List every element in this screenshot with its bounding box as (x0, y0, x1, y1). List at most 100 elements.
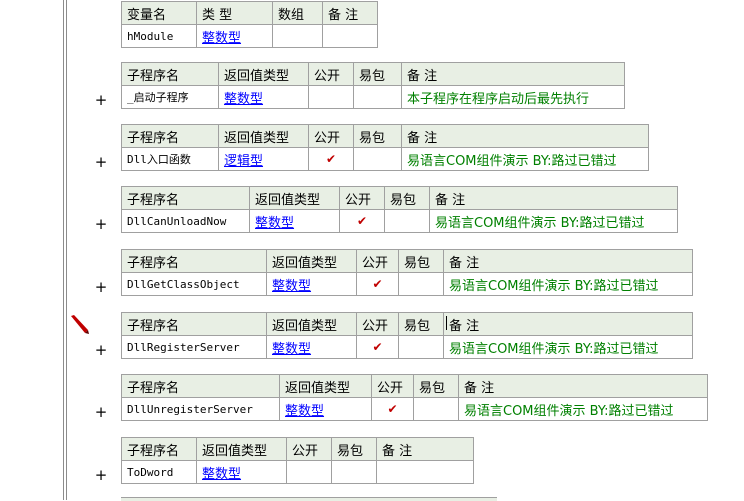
return-type-cell[interactable]: 整数型 (218, 85, 309, 109)
remark-cell[interactable]: 易语言COM组件演示 BY:路过已错过 (401, 147, 649, 171)
header-return-type: 返回值类型 (218, 62, 309, 86)
expand-plus-icon[interactable]: + (94, 278, 108, 296)
header-type: 类 型 (196, 1, 273, 25)
header-public: 公开 (356, 249, 399, 273)
sub-name-cell[interactable]: DllRegisterServer (121, 335, 267, 359)
header-public: 公开 (286, 437, 332, 461)
header-sub-name: 子程序名 (121, 186, 250, 210)
return-type-link[interactable]: 逻辑型 (224, 154, 263, 169)
remark-cell[interactable]: 本子程序在程序启动后最先执行 (401, 85, 625, 109)
easy-pack-cell[interactable] (353, 85, 402, 109)
easy-pack-cell[interactable] (384, 209, 430, 233)
easy-pack-cell[interactable] (353, 147, 402, 171)
public-cell[interactable]: ✔ (371, 397, 414, 421)
return-type-link[interactable]: 整数型 (202, 467, 241, 482)
variable-array-cell[interactable] (272, 24, 323, 48)
subroutine-table: 子程序名 返回值类型 公开 易包 备 注 ToDword 整数型 (121, 437, 474, 484)
public-cell[interactable] (286, 460, 332, 484)
header-remark: 备 注 (401, 124, 649, 148)
public-cell[interactable]: ✔ (308, 147, 354, 171)
next-table-edge (121, 497, 497, 501)
expand-plus-icon[interactable]: + (94, 153, 108, 171)
table-header-row: 子程序名 返回值类型 公开 易包 备 注 (121, 437, 474, 461)
return-type-cell[interactable]: 整数型 (279, 397, 372, 421)
return-type-cell[interactable]: 整数型 (196, 460, 287, 484)
easy-pack-cell[interactable] (331, 460, 377, 484)
sub-name-cell[interactable]: DllCanUnloadNow (121, 209, 250, 233)
return-type-link[interactable]: 整数型 (285, 404, 324, 419)
subroutine-row[interactable]: Dll入口函数 逻辑型 ✔ 易语言COM组件演示 BY:路过已错过 (121, 147, 649, 171)
subroutine-row[interactable]: DllRegisterServer 整数型 ✔ 易语言COM组件演示 BY:路过… (121, 335, 693, 359)
header-easy-pack: 易包 (331, 437, 377, 461)
variable-type-link[interactable]: 整数型 (202, 31, 241, 46)
subroutine-row[interactable]: ToDword 整数型 (121, 460, 474, 484)
remark-cell[interactable]: 易语言COM组件演示 BY:路过已错过 (458, 397, 708, 421)
header-remark: 备 注 (458, 374, 708, 398)
header-sub-name: 子程序名 (121, 62, 219, 86)
gutter-border-right (66, 0, 67, 500)
subroutine-row[interactable]: DllUnregisterServer 整数型 ✔ 易语言COM组件演示 BY:… (121, 397, 708, 421)
header-public: 公开 (339, 186, 385, 210)
remark-cell[interactable]: 易语言COM组件演示 BY:路过已错过 (443, 335, 693, 359)
remark-cell[interactable] (376, 460, 474, 484)
public-cell[interactable] (308, 85, 354, 109)
remark-cell[interactable]: 易语言COM组件演示 BY:路过已错过 (429, 209, 678, 233)
header-public: 公开 (371, 374, 414, 398)
variable-remark-cell[interactable] (322, 24, 378, 48)
easy-pack-cell[interactable] (398, 272, 444, 296)
header-sub-name: 子程序名 (121, 437, 197, 461)
variable-type-cell[interactable]: 整数型 (196, 24, 273, 48)
return-type-link[interactable]: 整数型 (272, 279, 311, 294)
variable-name-cell[interactable]: hModule (121, 24, 197, 48)
easy-pack-cell[interactable] (398, 335, 444, 359)
header-public: 公开 (308, 124, 354, 148)
header-easy-pack: 易包 (413, 374, 459, 398)
table-header-row: 子程序名 返回值类型 公开 易包 备 注 (121, 124, 649, 148)
remark-cell[interactable]: 易语言COM组件演示 BY:路过已错过 (443, 272, 693, 296)
expand-plus-icon[interactable]: + (94, 403, 108, 421)
table-header-row: 子程序名 返回值类型 公开 易包 备 注 (121, 312, 693, 336)
return-type-cell[interactable]: 整数型 (249, 209, 340, 233)
expand-plus-icon[interactable]: + (94, 466, 108, 484)
return-type-link[interactable]: 整数型 (224, 92, 263, 107)
pencil-icon (71, 315, 89, 334)
sub-name-cell[interactable]: DllGetClassObject (121, 272, 267, 296)
public-cell[interactable]: ✔ (356, 272, 399, 296)
variable-row[interactable]: hModule 整数型 (121, 24, 378, 48)
header-public: 公开 (356, 312, 399, 336)
subroutine-table: 子程序名 返回值类型 公开 易包 备 注 DllGetClassObject 整… (121, 249, 693, 296)
sub-name-cell[interactable]: DllUnregisterServer (121, 397, 280, 421)
local-variable-table: 变量名 类 型 数组 备 注 hModule 整数型 (121, 1, 378, 48)
public-cell[interactable]: ✔ (339, 209, 385, 233)
return-type-cell[interactable]: 整数型 (266, 335, 357, 359)
return-type-cell[interactable]: 逻辑型 (218, 147, 309, 171)
header-sub-name: 子程序名 (121, 249, 267, 273)
header-sub-name: 子程序名 (121, 312, 267, 336)
subroutine-table: 子程序名 返回值类型 公开 易包 备 注 DllCanUnloadNow 整数型… (121, 186, 678, 233)
header-return-type: 返回值类型 (279, 374, 372, 398)
table-header-row: 子程序名 返回值类型 公开 易包 备 注 (121, 249, 693, 273)
subroutine-table: 子程序名 返回值类型 公开 易包 备 注 DllRegisterServer 整… (121, 312, 693, 359)
subroutine-row[interactable]: DllCanUnloadNow 整数型 ✔ 易语言COM组件演示 BY:路过已错… (121, 209, 678, 233)
sub-name-cell[interactable]: ToDword (121, 460, 197, 484)
gutter-border-left (63, 0, 64, 500)
header-easy-pack: 易包 (398, 249, 444, 273)
subroutine-table: 子程序名 返回值类型 公开 易包 备 注 Dll入口函数 逻辑型 ✔ 易语言CO… (121, 124, 649, 171)
return-type-link[interactable]: 整数型 (255, 216, 294, 231)
header-remark: 备 注 (443, 249, 693, 273)
subroutine-row[interactable]: _启动子程序 整数型 本子程序在程序启动后最先执行 (121, 85, 625, 109)
expand-plus-icon[interactable]: + (94, 341, 108, 359)
subroutine-row[interactable]: DllGetClassObject 整数型 ✔ 易语言COM组件演示 BY:路过… (121, 272, 693, 296)
header-return-type: 返回值类型 (249, 186, 340, 210)
sub-name-cell[interactable]: _启动子程序 (121, 85, 219, 109)
subroutine-table: 子程序名 返回值类型 公开 易包 备 注 DllUnregisterServer… (121, 374, 708, 421)
easy-pack-cell[interactable] (413, 397, 459, 421)
sub-name-cell[interactable]: Dll入口函数 (121, 147, 219, 171)
expand-plus-icon[interactable]: + (94, 91, 108, 109)
public-cell[interactable]: ✔ (356, 335, 399, 359)
expand-plus-icon[interactable]: + (94, 215, 108, 233)
return-type-cell[interactable]: 整数型 (266, 272, 357, 296)
header-return-type: 返回值类型 (196, 437, 287, 461)
header-return-type: 返回值类型 (266, 312, 357, 336)
return-type-link[interactable]: 整数型 (272, 342, 311, 357)
